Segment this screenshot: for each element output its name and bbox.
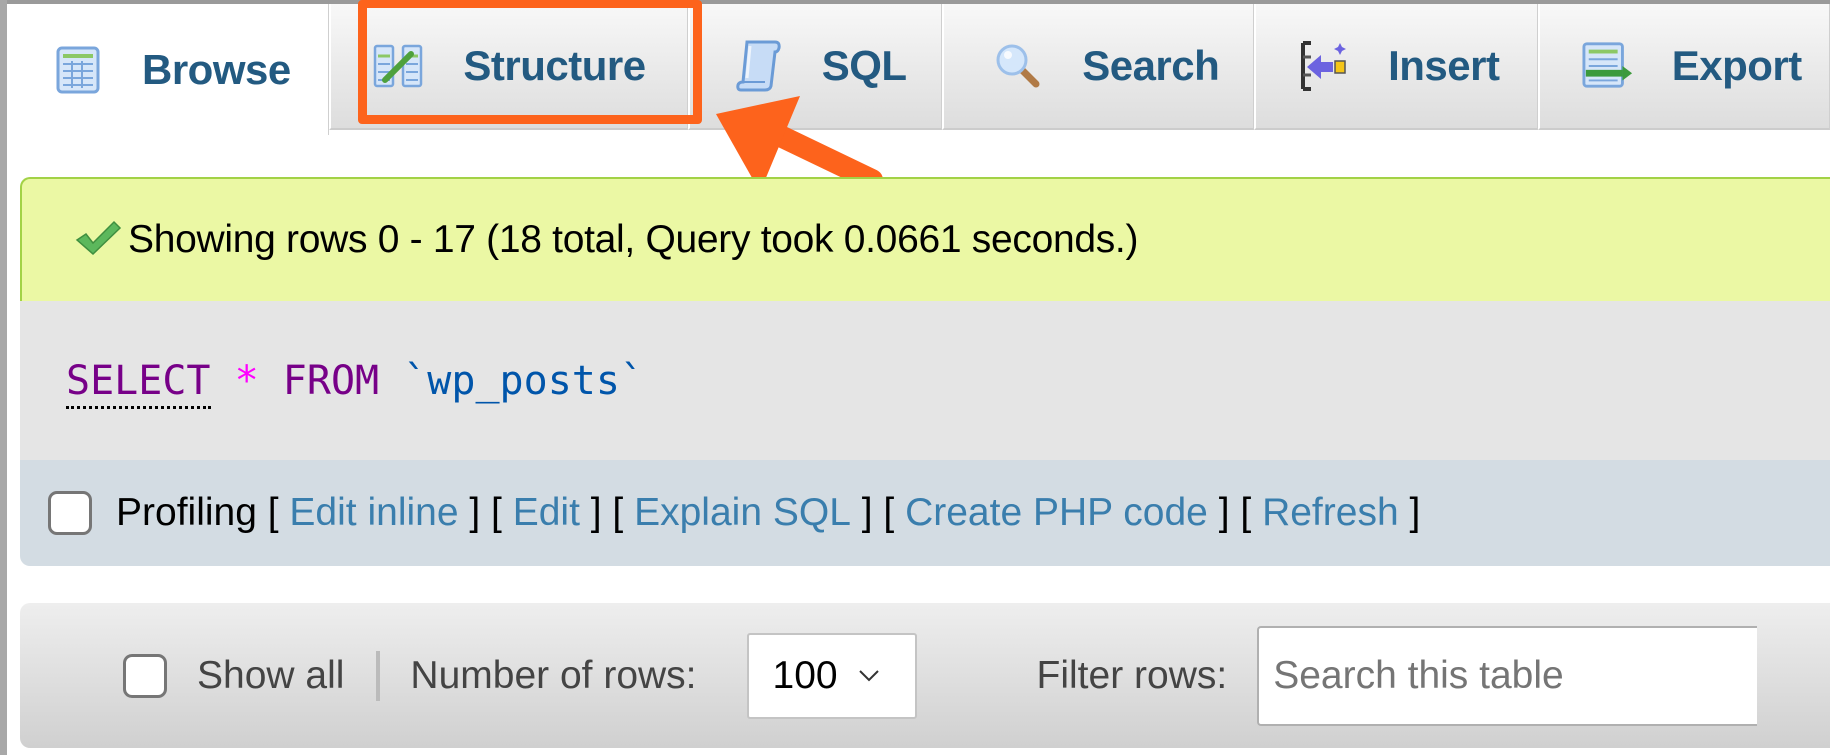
tab-browse[interactable]: Browse [7, 4, 330, 135]
tab-label: Search [1082, 42, 1220, 89]
sql-keyword-select[interactable]: SELECT [66, 357, 211, 409]
insert-row-icon [1298, 40, 1350, 92]
sql-operator: * [234, 357, 259, 404]
show-all-checkbox[interactable] [123, 653, 167, 698]
bracket: ] [ [458, 491, 513, 534]
bracket: ] [ [850, 491, 906, 534]
tab-export[interactable]: Export [1537, 4, 1830, 130]
success-check-icon [74, 218, 128, 263]
tab-label: Export [1671, 42, 1803, 89]
query-actions-bar: Profiling [ Edit inline ] [ Edit ] [ Exp… [20, 460, 1830, 566]
show-all-label: Show all [197, 653, 345, 697]
sql-query-display: SELECT * FROM `wp_posts` [20, 301, 1830, 460]
success-message: Showing rows 0 - 17 (18 total, Query too… [20, 177, 1830, 301]
structure-icon [373, 40, 425, 92]
create-php-code-link[interactable]: Create PHP code [905, 491, 1208, 535]
browse-table-icon [52, 44, 104, 96]
refresh-link[interactable]: Refresh [1262, 491, 1399, 535]
explain-sql-link[interactable]: Explain SQL [634, 491, 851, 535]
sql-scroll-icon [732, 40, 784, 92]
bracket: [ [256, 491, 290, 534]
sql-query: SELECT * FROM `wp_posts` [66, 357, 645, 409]
sql-keyword-from: FROM [282, 357, 380, 404]
tab-label: Structure [463, 42, 646, 89]
sql-table-name: `wp_posts` [403, 357, 645, 404]
toolbar-separator [376, 650, 381, 701]
filter-rows-label: Filter rows: [1036, 653, 1228, 697]
edit-link[interactable]: Edit [513, 491, 580, 535]
window-left-border [0, 0, 7, 755]
tab-label: SQL [821, 42, 907, 89]
magnifier-icon [992, 40, 1044, 92]
profiling-label: Profiling [116, 491, 257, 534]
export-icon [1582, 40, 1634, 92]
tab-insert[interactable]: Insert [1254, 4, 1538, 130]
filter-rows-input[interactable] [1257, 625, 1758, 726]
number-of-rows-select[interactable]: 100 [746, 632, 917, 719]
bracket: ] [ [579, 491, 635, 534]
rows-select-value: 100 [772, 653, 838, 697]
arrow-shaft [761, 121, 883, 191]
tab-sql[interactable]: SQL [687, 4, 943, 130]
navigation-toolbar: Show all Number of rows: 100 Filter rows… [20, 603, 1830, 748]
number-of-rows-label: Number of rows: [410, 653, 697, 697]
bracket: ] [1398, 491, 1421, 534]
tab-search[interactable]: Search [942, 4, 1255, 130]
tab-structure[interactable]: Structure [329, 4, 688, 130]
table-tabs: Browse Structure SQL Search Insert Expor… [7, 4, 1830, 135]
tab-label: Insert [1388, 42, 1500, 89]
profiling-checkbox[interactable] [48, 491, 92, 535]
success-message-text: Showing rows 0 - 17 (18 total, Query too… [128, 218, 1139, 261]
edit-inline-link[interactable]: Edit inline [289, 491, 458, 535]
chevron-down-icon [858, 669, 879, 681]
tab-label: Browse [142, 45, 291, 93]
bracket: ] [ [1207, 491, 1263, 534]
